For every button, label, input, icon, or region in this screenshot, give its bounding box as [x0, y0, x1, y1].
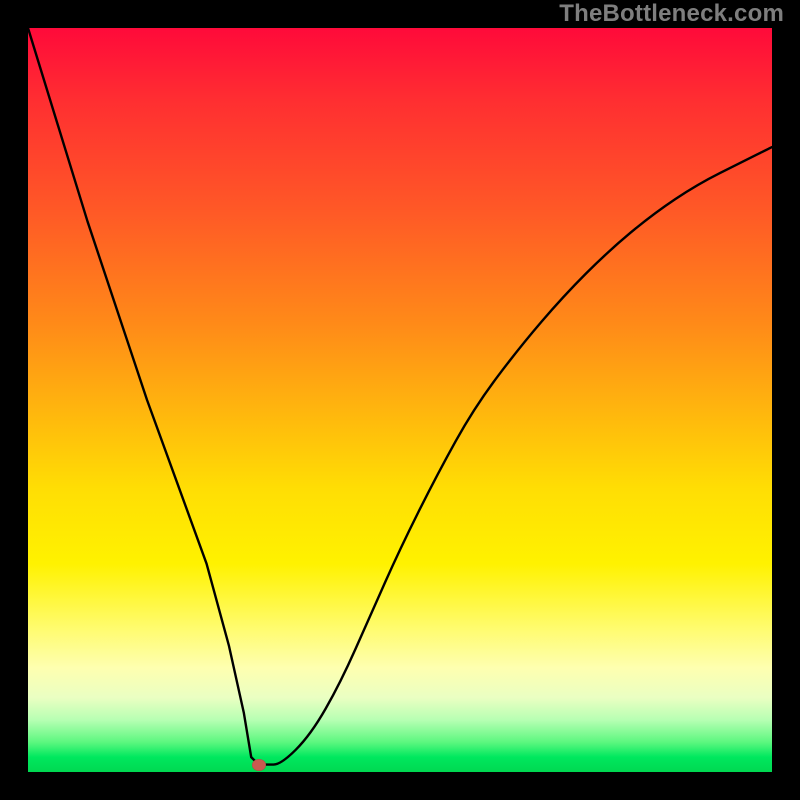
watermark-text: TheBottleneck.com: [559, 0, 784, 28]
min-point-marker: [252, 759, 266, 771]
bottleneck-curve: [28, 28, 772, 772]
chart-frame: TheBottleneck.com: [0, 0, 800, 800]
plot-area: [28, 28, 772, 772]
